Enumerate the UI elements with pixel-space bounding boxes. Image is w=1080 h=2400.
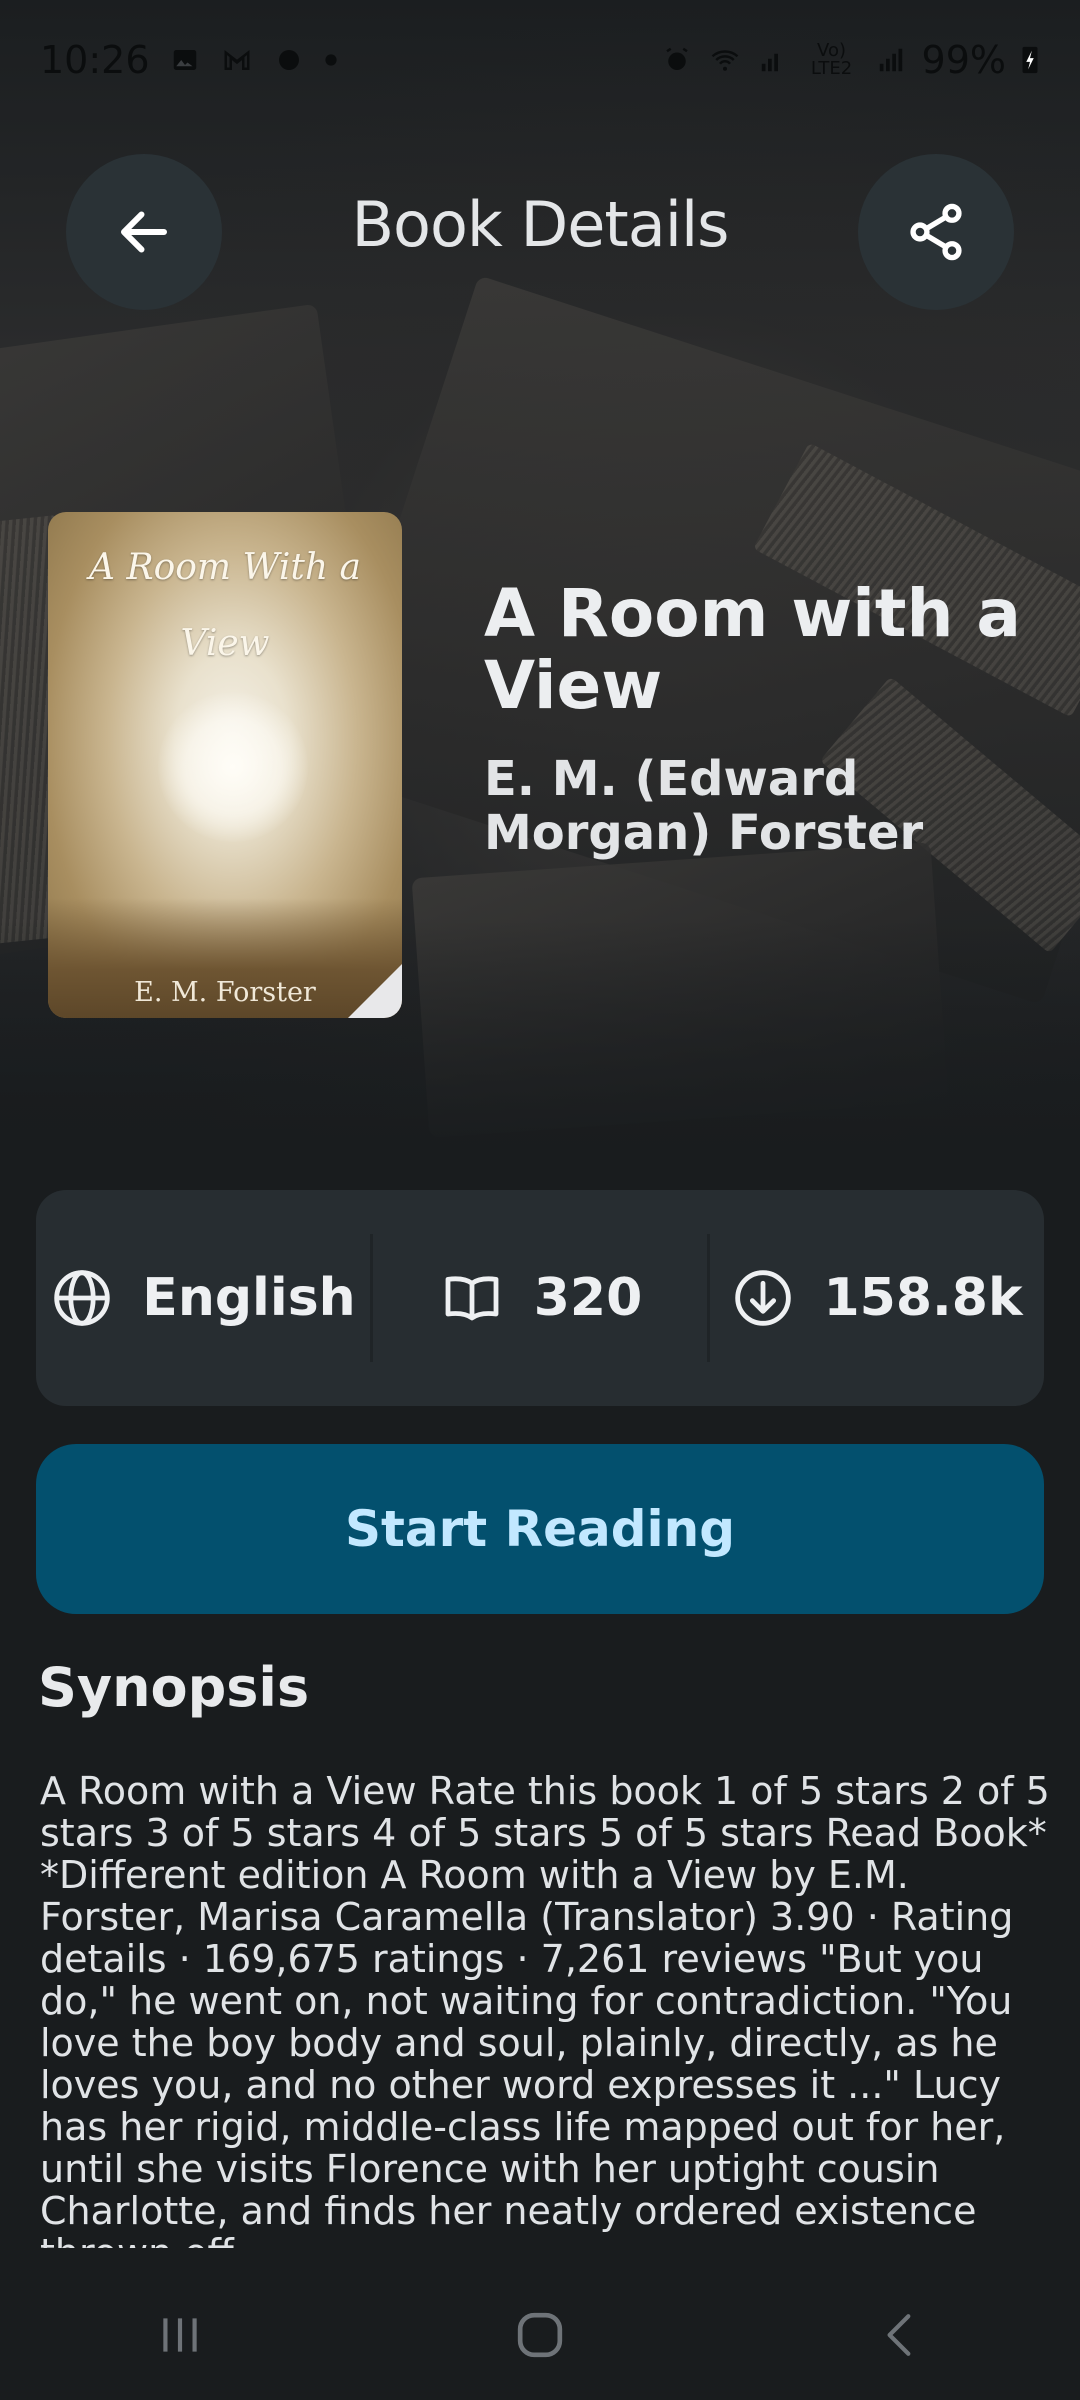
alarm-icon [665, 47, 688, 70]
chevron-left-icon [887, 2314, 911, 2356]
gallery-icon [173, 50, 196, 70]
book-cover: A Room With a View E. M. Forster [48, 512, 402, 1018]
network-label: Vo) LTE2 [810, 40, 853, 79]
app-notification-icon [278, 50, 299, 70]
pages-stat: 320 [373, 1190, 707, 1406]
book-author: E. M. (Edward Morgan) Forster [484, 751, 924, 861]
system-nav-bar [0, 2270, 1080, 2400]
download-circle-icon [735, 1270, 792, 1326]
language-value: English [142, 1268, 356, 1328]
cover-heart-glow [158, 692, 308, 842]
start-reading-button[interactable]: Start Reading [36, 1444, 1044, 1614]
book-title: A Room with a View [484, 575, 1021, 724]
battery-charging-icon [1022, 46, 1038, 74]
cover-title: A Room With a View [89, 547, 361, 664]
page-curl [348, 964, 402, 1018]
book-stats-card: English 320 158.8k [36, 1190, 1044, 1406]
home-icon [517, 2312, 563, 2358]
status-bar: 10:26 Vo) LTE2 99% [0, 0, 1080, 120]
signal-icon-2 [879, 48, 902, 72]
more-notifications-dot-icon [324, 54, 337, 66]
globe-icon [54, 1270, 111, 1326]
gmail-icon [224, 49, 250, 70]
status-time: 10:26 [40, 38, 150, 82]
signal-icon [761, 53, 778, 72]
home-button[interactable] [460, 2285, 620, 2385]
recent-apps-button[interactable] [100, 2285, 260, 2385]
downloads-stat: 158.8k [710, 1190, 1044, 1406]
system-back-button[interactable] [820, 2285, 980, 2385]
open-book-icon [445, 1276, 499, 1321]
battery-percent: 99% [921, 38, 1006, 82]
share-icon [910, 203, 962, 261]
pages-value: 320 [533, 1268, 643, 1328]
language-stat: English [36, 1190, 370, 1406]
wifi-icon [711, 50, 738, 71]
synopsis-text: A Room with a View Rate this book 1 of 5… [40, 1770, 1050, 2248]
share-button[interactable] [858, 154, 1014, 310]
downloads-value: 158.8k [823, 1268, 1023, 1328]
recent-apps-icon [163, 2318, 197, 2352]
synopsis-heading: Synopsis [38, 1656, 310, 1719]
screen: 10:26 Vo) LTE2 99% Book Details A Room W… [0, 0, 1080, 2400]
